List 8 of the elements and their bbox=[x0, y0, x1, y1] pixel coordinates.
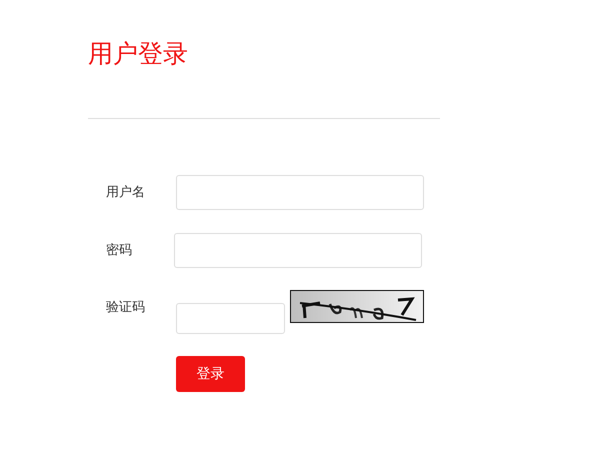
page-title: 用户登录 bbox=[88, 38, 189, 70]
login-button[interactable]: 登录 bbox=[176, 356, 245, 392]
captcha-field[interactable] bbox=[176, 303, 285, 334]
password-field[interactable] bbox=[174, 232, 422, 268]
field-label: 密码 bbox=[106, 242, 133, 259]
field-label: 验证码 bbox=[106, 299, 146, 316]
username-field[interactable] bbox=[176, 174, 424, 210]
field-label: 用户名 bbox=[106, 184, 146, 201]
